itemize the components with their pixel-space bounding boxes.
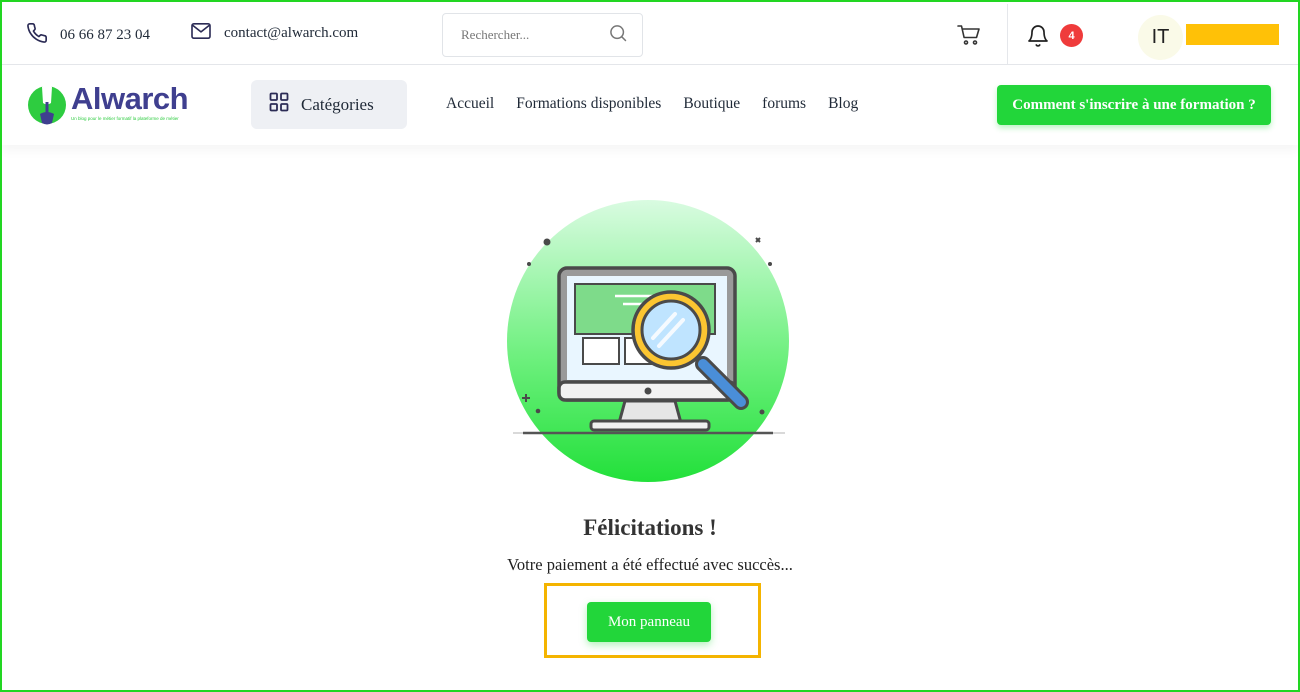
menu-item-forums[interactable]: forums bbox=[762, 95, 806, 113]
categories-button[interactable]: Catégories bbox=[251, 80, 407, 129]
search-box bbox=[442, 13, 643, 57]
username-redacted bbox=[1186, 24, 1279, 45]
logo[interactable]: Alwarch Un blog pour le métier formatif … bbox=[26, 81, 189, 132]
top-bar: 06 66 87 23 04 contact@alwarch.com 4 IT bbox=[2, 2, 1298, 65]
divider bbox=[1007, 4, 1008, 65]
shovel-logo-icon bbox=[26, 83, 68, 132]
menu-item-formations[interactable]: Formations disponibles bbox=[516, 95, 661, 113]
cart-icon[interactable] bbox=[957, 24, 981, 51]
page-title: Félicitations ! bbox=[583, 515, 717, 540]
nav-bar: Alwarch Un blog pour le métier formatif … bbox=[2, 65, 1298, 145]
search-icon[interactable] bbox=[608, 23, 628, 48]
how-to-register-button[interactable]: Comment s'inscrire à une formation ? bbox=[997, 85, 1271, 125]
main-menu: Accueil Formations disponibles Boutique … bbox=[446, 95, 880, 113]
notification-badge: 4 bbox=[1060, 24, 1083, 47]
phone-number: 06 66 87 23 04 bbox=[60, 27, 150, 43]
menu-item-accueil[interactable]: Accueil bbox=[446, 95, 494, 113]
categories-label: Catégories bbox=[301, 94, 374, 114]
menu-item-blog[interactable]: Blog bbox=[828, 95, 858, 113]
phone-contact[interactable]: 06 66 87 23 04 bbox=[26, 22, 150, 49]
email-contact[interactable]: contact@alwarch.com bbox=[190, 22, 358, 45]
bell-icon[interactable] bbox=[1027, 24, 1049, 53]
success-message: Votre paiement a été effectué avec succè… bbox=[507, 555, 793, 574]
avatar[interactable]: IT bbox=[1138, 15, 1183, 60]
menu-item-boutique[interactable]: Boutique bbox=[683, 95, 740, 113]
search-input[interactable] bbox=[461, 27, 591, 43]
logo-name: Alwarch bbox=[71, 81, 189, 116]
computer-magnifier-illustration bbox=[507, 200, 789, 482]
email-address: contact@alwarch.com bbox=[224, 25, 359, 41]
phone-icon bbox=[26, 22, 60, 49]
logo-tagline: Un blog pour le métier formatif la plate… bbox=[71, 116, 179, 121]
mail-icon bbox=[190, 22, 224, 45]
dashboard-button[interactable]: Mon panneau bbox=[587, 602, 711, 642]
grid-icon bbox=[269, 92, 301, 117]
